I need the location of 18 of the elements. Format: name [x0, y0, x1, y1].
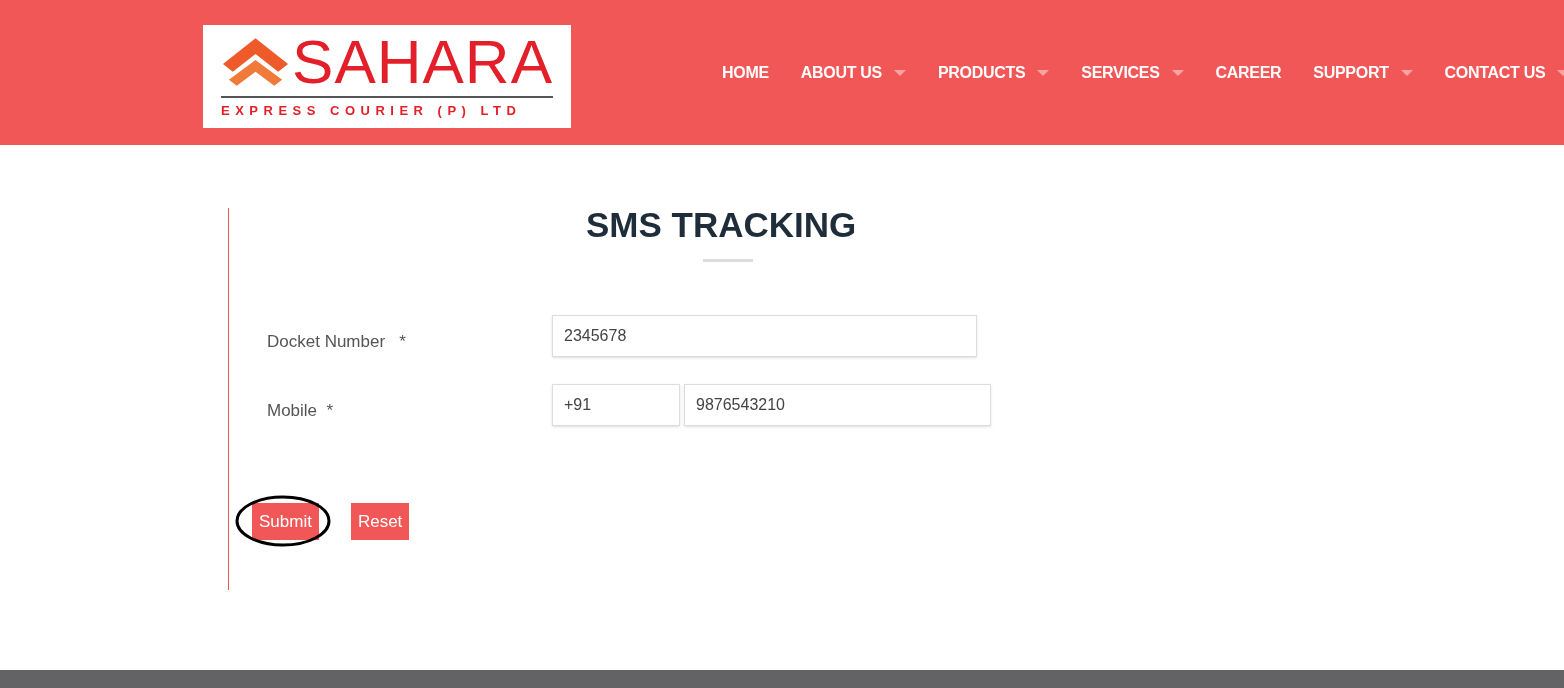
nav-link[interactable]: CAREER [1215, 60, 1282, 85]
docket-field[interactable]: 2345678 [552, 315, 977, 357]
nav-link[interactable]: HOME [722, 60, 769, 85]
nav-link[interactable]: SUPPORT [1313, 60, 1413, 85]
form-button[interactable]: Reset [350, 503, 410, 540]
logo-tagline: EXPRESS COURIER (P) LTD [221, 102, 523, 121]
field-label: Docket Number * [267, 331, 407, 354]
page-title: SMS TRACKING [586, 207, 857, 242]
nav-link[interactable]: ABOUT US [800, 60, 906, 85]
field-label: Mobile * [267, 400, 335, 423]
form-button[interactable]: Submit [252, 503, 319, 540]
logo[interactable]: SAHARA EXPRESS COURIER (P) LTD [203, 24, 571, 128]
nav-link[interactable]: CONTACT US [1444, 60, 1564, 85]
logo-wordmark: SAHARA [292, 31, 553, 94]
nav-link[interactable]: PRODUCTS [937, 60, 1050, 85]
country-code-field[interactable]: +91 [552, 384, 680, 426]
nav-link[interactable]: SERVICES [1081, 60, 1184, 85]
mobile-field[interactable]: 9876543210 [684, 384, 991, 426]
